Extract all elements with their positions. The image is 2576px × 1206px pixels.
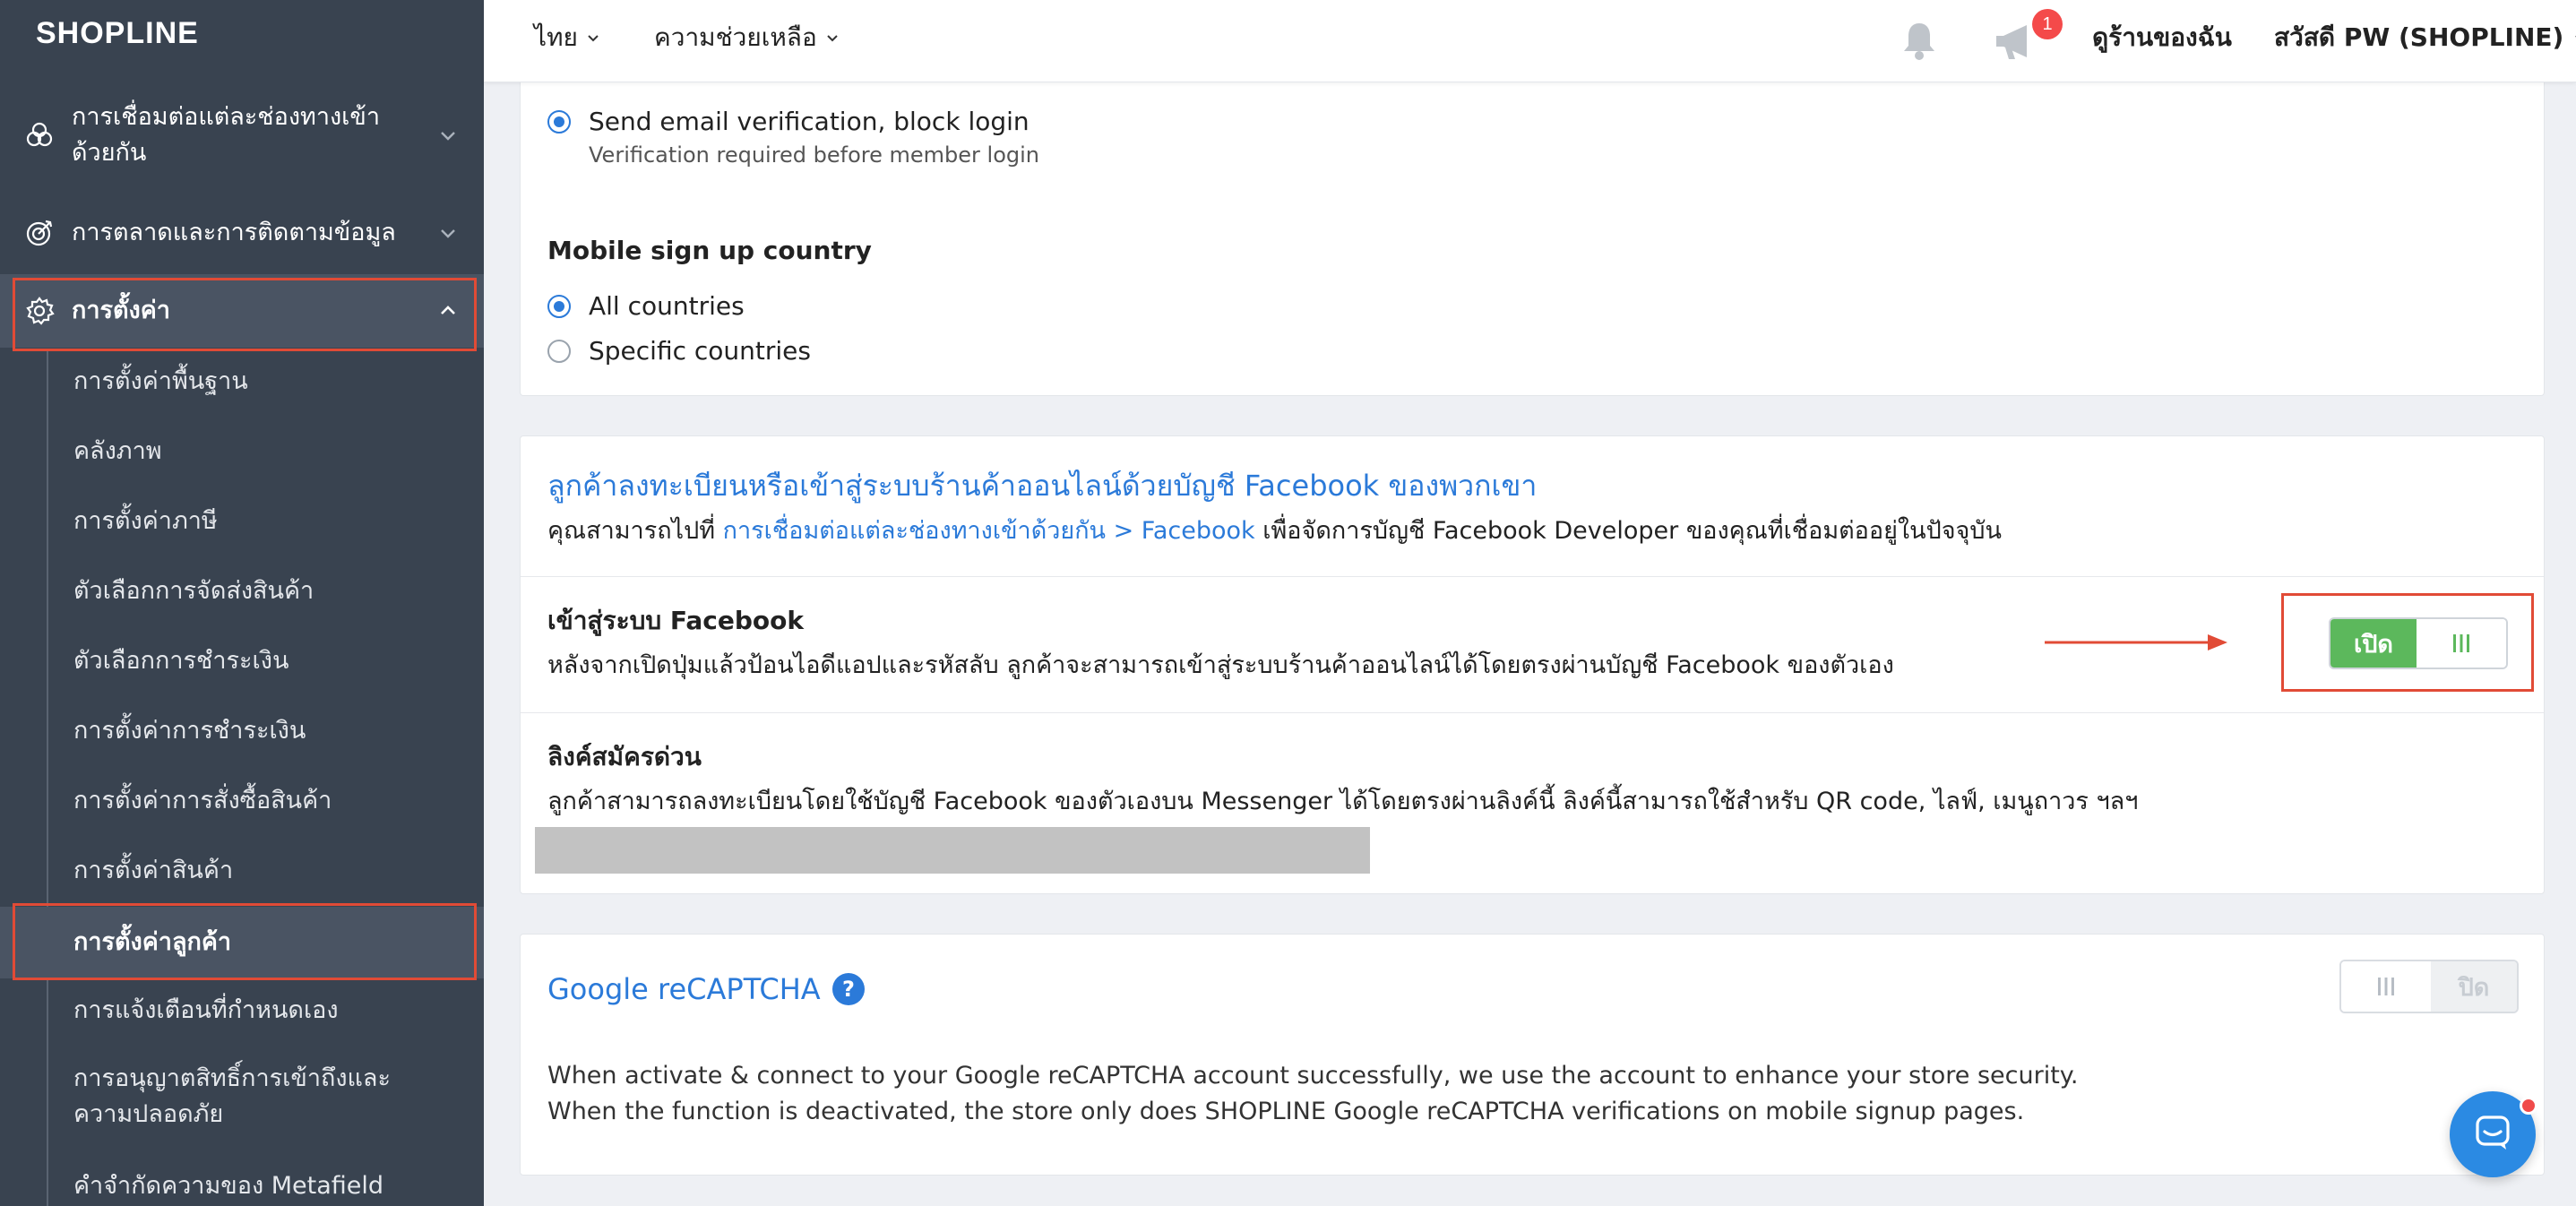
- sidebar-item-label: การตั้งค่าภาษี: [73, 507, 218, 535]
- language-label: ไทย: [534, 22, 578, 52]
- chevron-down-icon: [585, 30, 601, 46]
- sidebar-item-label: การตั้งค่าพื้นฐาน: [73, 367, 248, 395]
- facebook-description: คุณสามารถไปที่ การเชื่อมต่อแต่ละช่องทางเ…: [547, 513, 2002, 549]
- sidebar-item-label: ตัวเลือกการจัดส่งสินค้า: [73, 577, 314, 605]
- facebook-login-card: ลูกค้าลงทะเบียนหรือเข้าสู่ระบบร้านค้าออน…: [520, 435, 2545, 894]
- user-greeting: สวัสดี PW (SHOPLINE): [2274, 22, 2564, 52]
- help-dropdown[interactable]: ความช่วยเหลือ: [654, 20, 840, 56]
- chevron-up-icon: [435, 298, 461, 323]
- sidebar-item-label: การอนุญาตสิทธิ์การเข้าถึงและความปลอดภัย: [73, 1064, 391, 1128]
- notification-badge: 1: [2032, 9, 2063, 39]
- recaptcha-title-text: Google reCAPTCHA: [547, 972, 821, 1006]
- sidebar-item-product-settings[interactable]: การตั้งค่าสินค้า: [0, 837, 484, 907]
- quick-signup-link-description: ลูกค้าสามารถลงทะเบียนโดยใช้บัญชี Faceboo…: [547, 788, 2139, 815]
- sidebar-group-label: การเชื่อมต่อแต่ละช่องทางเข้าด้วยกัน: [72, 103, 381, 167]
- chat-unread-dot: [2520, 1097, 2537, 1115]
- sidebar-item-label: การตั้งค่าลูกค้า: [73, 928, 232, 956]
- recaptcha-toggle[interactable]: ปิด: [2339, 960, 2519, 1013]
- sidebar-item-customer-settings[interactable]: การตั้งค่าลูกค้า: [0, 907, 484, 978]
- radio-button[interactable]: [547, 110, 571, 134]
- toggle-grip-icon: [2417, 619, 2506, 668]
- facebook-heading: ลูกค้าลงทะเบียนหรือเข้าสู่ระบบร้านค้าออน…: [547, 469, 1538, 503]
- chat-icon: [2472, 1112, 2513, 1157]
- sidebar-item-access-security[interactable]: การอนุญาตสิทธิ์การเข้าถึงและความปลอดภัย: [0, 1047, 484, 1145]
- facebook-login-toggle[interactable]: เปิด: [2329, 617, 2508, 669]
- radio-label: All countries: [589, 291, 745, 321]
- signup-settings-card: Send email verification, block login Ver…: [520, 45, 2545, 396]
- facebook-login-title: เข้าสู่ระบบ Facebook: [547, 606, 805, 635]
- channels-icon: [23, 119, 56, 151]
- sidebar-item-delivery[interactable]: ตัวเลือกการจัดส่งสินค้า: [0, 557, 484, 627]
- sidebar-item-metafield[interactable]: คำจำกัดความของ Metafield: [0, 1149, 484, 1206]
- sidebar-item-label: คำจำกัดความของ Metafield: [73, 1172, 384, 1200]
- country-option-all[interactable]: All countries: [547, 289, 745, 324]
- chevron-down-icon: [435, 220, 461, 246]
- arrow-right-icon: [2043, 627, 2231, 661]
- language-dropdown[interactable]: ไทย: [534, 20, 601, 56]
- chevron-down-icon: [824, 30, 840, 46]
- svg-text:?: ?: [842, 977, 855, 1002]
- radio-label: Specific countries: [589, 336, 811, 366]
- recaptcha-description-line: When the function is deactivated, the st…: [547, 1098, 2025, 1125]
- facebook-channel-link[interactable]: การเชื่อมต่อแต่ละช่องทางเข้าด้วยกัน > Fa…: [723, 517, 1255, 545]
- sidebar: SHOPLINE การเชื่อมต่อแต่ละช่องทางเข้าด้ว…: [0, 0, 484, 1206]
- toggle-off-label: ปิด: [2431, 961, 2517, 1012]
- signup-country-title: Mobile sign up country: [547, 236, 872, 265]
- chevron-down-icon: [435, 123, 461, 148]
- sidebar-item-label: การตั้งค่าสินค้า: [73, 857, 234, 884]
- sidebar-item-tax[interactable]: การตั้งค่าภาษี: [0, 487, 484, 557]
- country-option-specific[interactable]: Specific countries: [547, 333, 811, 369]
- target-icon: [23, 217, 56, 249]
- radio-button[interactable]: [547, 340, 571, 363]
- help-label: ความช่วยเหลือ: [654, 22, 817, 52]
- sidebar-group-channels[interactable]: การเชื่อมต่อแต่ละช่องทางเข้าด้วยกัน: [0, 95, 484, 176]
- brand-logo[interactable]: SHOPLINE: [36, 16, 199, 51]
- radio-label: Send email verification, block login: [589, 107, 1030, 136]
- top-bar: ไทย ความช่วยเหลือ 1 ดูร้านของฉัน สวัสดี …: [484, 0, 2576, 82]
- help-icon[interactable]: ?: [831, 972, 866, 1006]
- sidebar-item-label: การแจ้งเตือนที่กำหนดเอง: [73, 996, 339, 1024]
- facebook-login-description: หลังจากเปิดปุ่มแล้วป้อนไอดีแอปและรหัสลับ…: [547, 651, 1894, 679]
- divider: [521, 712, 2544, 713]
- sidebar-group-settings[interactable]: การตั้งค่า: [0, 274, 484, 348]
- sidebar-group-label: การตลาดและการติดตามข้อมูล: [72, 219, 396, 246]
- sidebar-item-payment-options[interactable]: ตัวเลือกการชำระเงิน: [0, 627, 484, 697]
- view-store-link[interactable]: ดูร้านของฉัน: [2092, 20, 2232, 56]
- toggle-on-label: เปิด: [2330, 619, 2417, 668]
- user-dropdown[interactable]: สวัสดี PW (SHOPLINE): [2274, 20, 2576, 56]
- bell-icon[interactable]: [1896, 18, 1943, 68]
- sidebar-item-payment-settings[interactable]: การตั้งค่าการชำระเงิน: [0, 697, 484, 767]
- sidebar-item-custom-notifications[interactable]: การแจ้งเตือนที่กำหนดเอง: [0, 977, 484, 1047]
- sidebar-item-order-settings[interactable]: การตั้งค่าการสั่งซื้อสินค้า: [0, 767, 484, 837]
- sidebar-item-media[interactable]: คลังภาพ: [0, 418, 484, 487]
- radio-hint: Verification required before member logi…: [589, 142, 1040, 168]
- toggle-grip-icon: [2341, 961, 2431, 1012]
- quick-signup-link-title: ลิงค์สมัครด่วน: [547, 742, 702, 771]
- recaptcha-title: Google reCAPTCHA ?: [547, 969, 866, 1010]
- sidebar-item-label: การตั้งค่าการชำระเงิน: [73, 717, 306, 745]
- sidebar-group-marketing[interactable]: การตลาดและการติดตามข้อมูล: [0, 208, 484, 258]
- radio-button[interactable]: [547, 295, 571, 318]
- divider: [521, 576, 2544, 577]
- sidebar-item-label: การตั้งค่าการสั่งซื้อสินค้า: [73, 787, 332, 814]
- gear-icon: [23, 295, 56, 327]
- sidebar-group-label: การตั้งค่า: [72, 297, 170, 324]
- redacted-link-field: [535, 827, 1370, 874]
- verification-option[interactable]: Send email verification, block login: [547, 104, 1030, 140]
- recaptcha-description-line: When activate & connect to your Google r…: [547, 1062, 2079, 1090]
- recaptcha-card: Google reCAPTCHA ? ปิด When activate & c…: [520, 934, 2545, 1176]
- desc-suffix: เพื่อจัดการบัญชี Facebook Developer ของค…: [1262, 517, 2002, 545]
- desc-prefix: คุณสามารถไปที่: [547, 517, 716, 545]
- sidebar-item-basic-settings[interactable]: การตั้งค่าพื้นฐาน: [0, 348, 484, 418]
- chevron-down-icon: [2572, 30, 2576, 46]
- sidebar-item-label: คลังภาพ: [73, 437, 162, 465]
- sidebar-item-label: ตัวเลือกการชำระเงิน: [73, 647, 289, 675]
